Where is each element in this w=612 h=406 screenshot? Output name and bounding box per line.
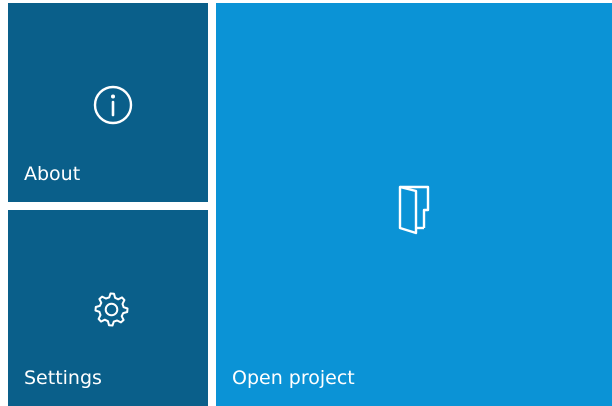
open-project-label: Open project <box>232 367 355 389</box>
about-tile[interactable]: About <box>8 3 208 202</box>
open-project-tile[interactable]: Open project <box>216 3 612 406</box>
about-label: About <box>24 163 81 185</box>
settings-tile[interactable]: Settings <box>8 210 208 406</box>
info-icon <box>93 85 133 125</box>
gear-icon <box>94 292 129 327</box>
settings-label: Settings <box>24 367 102 389</box>
door-icon <box>398 185 430 235</box>
